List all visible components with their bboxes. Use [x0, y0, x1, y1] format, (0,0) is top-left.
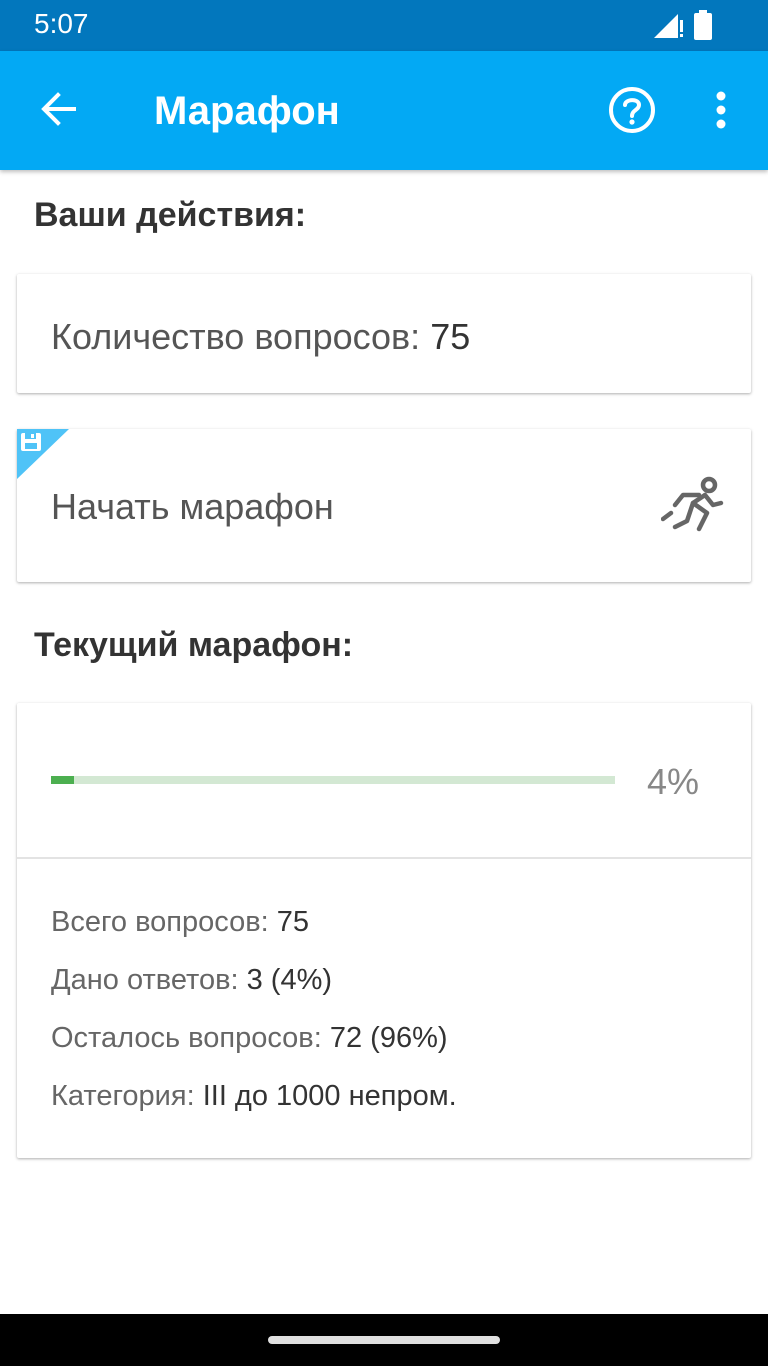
divider [17, 857, 751, 859]
status-icons [654, 10, 712, 45]
stat-total-label: Всего вопросов: [51, 906, 269, 938]
stat-total-value: 75 [276, 906, 310, 938]
stat-category-value: III до 1000 непром. [202, 1080, 457, 1112]
stat-remaining-label: Осталось вопросов: [51, 1022, 322, 1054]
floppy-save-icon [17, 429, 69, 479]
page-title: Марафон [154, 89, 340, 133]
question-count-text: Количество вопросов: 75 [51, 316, 470, 358]
progress-fill [51, 776, 74, 784]
question-count-label: Количество вопросов: [51, 316, 421, 357]
stat-total: Всего вопросов: 75 [51, 906, 309, 939]
stat-answered: Дано ответов: 3 (4%) [51, 964, 332, 997]
status-time: 5:07 [34, 8, 89, 39]
more-options-button[interactable] [696, 84, 746, 140]
stat-category-label: Категория: [51, 1080, 195, 1112]
start-marathon-label: Начать марафон [51, 486, 334, 527]
status-bar: 5:07 [0, 0, 768, 51]
stat-remaining-value: 72 (96%) [329, 1022, 448, 1054]
stat-remaining: Осталось вопросов: 72 (96%) [51, 1022, 448, 1055]
stat-answered-label: Дано ответов: [51, 964, 239, 996]
arrow-back-icon [38, 89, 78, 134]
start-marathon-card[interactable]: Начать марафон [17, 429, 751, 582]
actions-heading: Ваши действия: [34, 196, 307, 234]
help-circle-icon [608, 86, 656, 139]
app-bar: Марафон [0, 51, 768, 170]
back-button[interactable] [30, 83, 86, 139]
navigation-bar [0, 1314, 768, 1366]
question-count-value: 75 [430, 316, 471, 357]
more-vert-icon [716, 91, 726, 134]
current-heading: Текущий марафон: [34, 626, 354, 664]
signal-icon [654, 12, 684, 43]
question-count-card[interactable]: Количество вопросов: 75 [17, 274, 751, 393]
stat-category: Категория: III до 1000 непром. [51, 1080, 457, 1113]
battery-icon [694, 10, 712, 45]
progress-percent: 4% [646, 761, 699, 802]
stat-answered-value: 3 (4%) [246, 964, 333, 996]
progress-bar [51, 776, 615, 784]
runner-icon [660, 475, 725, 539]
help-button[interactable] [604, 84, 660, 140]
current-marathon-card: 4% Всего вопросов: 75 Дано ответов: 3 (4… [17, 703, 751, 1158]
home-gesture-handle[interactable] [268, 1336, 500, 1344]
